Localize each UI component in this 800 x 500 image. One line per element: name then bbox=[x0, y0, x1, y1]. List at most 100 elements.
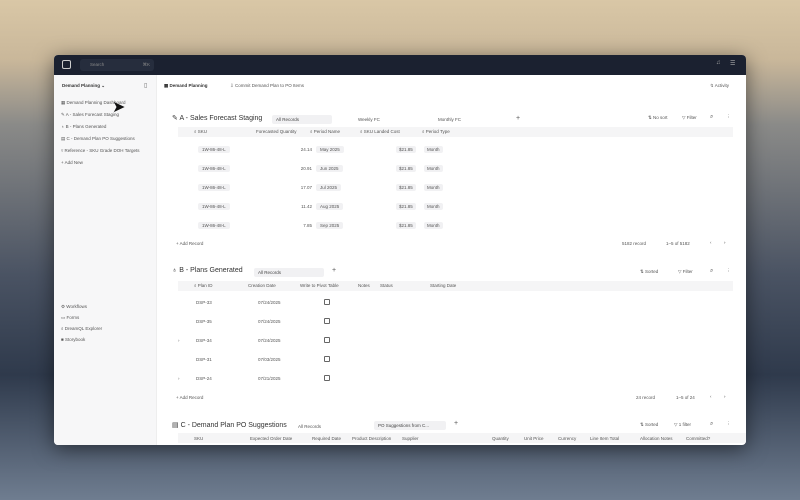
cell-period-type: Month bbox=[424, 165, 443, 172]
add-record-a[interactable]: + Add Record bbox=[176, 241, 203, 246]
add-new-button[interactable]: + Add New bbox=[61, 160, 83, 165]
add-view-button[interactable]: + bbox=[516, 115, 520, 122]
sidebar-item-reference[interactable]: ▿ Reference - SKU Grade DOH Targets bbox=[61, 148, 139, 154]
cell-forecasted-quantity: 17.07 bbox=[300, 185, 312, 190]
col-period-type[interactable]: ⌕ Period Type bbox=[422, 129, 450, 134]
cell-sku-landed-cost: $21.85 bbox=[396, 165, 416, 172]
write-to-pivot-checkbox[interactable] bbox=[324, 299, 330, 305]
cell-creation-date: 07/24/2025 bbox=[258, 338, 281, 343]
view-tab-all-records[interactable]: All Records bbox=[272, 115, 332, 124]
sort-button-b[interactable]: ⇅ Sorted bbox=[640, 269, 658, 275]
sidebar-item-forms[interactable]: ▭ Forms bbox=[61, 315, 79, 321]
col-line-item-total: Line Item Total bbox=[590, 436, 620, 441]
sidebar-item-storybook[interactable]: ■ Storybook bbox=[61, 337, 85, 342]
top-bar: Search ⌘K ♫ ☰ bbox=[54, 55, 746, 75]
filter-button-c[interactable]: ▽ 1 filter bbox=[674, 422, 691, 428]
write-to-pivot-checkbox[interactable] bbox=[324, 318, 330, 324]
filter-button[interactable]: ▽ Filter bbox=[682, 115, 697, 121]
cell-forecasted-quantity: 24.14 bbox=[300, 147, 312, 152]
col-required-date: Required Date bbox=[312, 436, 342, 441]
more-icon[interactable]: ⋮ bbox=[726, 114, 731, 120]
view-tab-po-suggestions[interactable]: PO Suggestions from C... bbox=[374, 421, 446, 430]
col-starting-date[interactable]: Starting Date bbox=[430, 283, 456, 288]
add-record-b[interactable]: + Add Record bbox=[176, 395, 203, 400]
cell-sku: 1W-86-48-L bbox=[198, 222, 230, 229]
sidebar-item-dreamql[interactable]: ⌕ DreamQL Explorer bbox=[61, 326, 102, 331]
view-tab-all-records-c[interactable]: All Records bbox=[298, 424, 321, 429]
cell-sku: 1W-86-48-L bbox=[198, 165, 230, 172]
prev-page-a[interactable]: ‹ bbox=[710, 240, 712, 245]
bell-icon[interactable]: ♫ bbox=[716, 60, 721, 66]
sidebar-item-po-suggestions[interactable]: ▤ C - Demand Plan PO Suggestions bbox=[61, 136, 135, 142]
col-allocation-notes: Allocation Notes bbox=[640, 436, 673, 441]
page-title: ▦ Demand Planning bbox=[164, 83, 208, 88]
cell-period-name: Aug 2025 bbox=[316, 203, 344, 210]
cell-plan-id: DSP-34 bbox=[196, 338, 212, 343]
search-icon[interactable]: ⌕ bbox=[710, 114, 713, 121]
col-creation-date[interactable]: Creation Date bbox=[248, 283, 276, 288]
search-shortcut: ⌘K bbox=[142, 62, 150, 67]
cell-creation-date: 07/03/2025 bbox=[258, 357, 281, 362]
sidebar-item-plans-generated[interactable]: ♁ B - Plans Generated bbox=[61, 124, 106, 129]
view-tab-all-records-b[interactable]: All Records bbox=[254, 268, 324, 277]
pagination-a: 1–5 of 5182 bbox=[666, 241, 690, 246]
cell-creation-date: 07/21/2025 bbox=[258, 376, 281, 381]
mouse-cursor-icon: ➤ bbox=[112, 99, 126, 116]
cell-period-type: Month bbox=[424, 184, 443, 191]
cell-sku: 1W-86-48-L bbox=[198, 146, 230, 153]
col-notes[interactable]: Notes bbox=[358, 283, 370, 288]
more-icon[interactable]: ⋮ bbox=[726, 421, 731, 427]
menu-icon[interactable]: ☰ bbox=[730, 60, 735, 67]
cell-creation-date: 07/24/2025 bbox=[258, 300, 281, 305]
cell-forecasted-quantity: 11.42 bbox=[301, 204, 312, 209]
activity-button[interactable]: ↯ Activity bbox=[710, 83, 729, 89]
col-sku[interactable]: ⌕ SKU bbox=[194, 129, 207, 134]
record-count-b: 24 record bbox=[636, 395, 656, 400]
cell-period-type: Month bbox=[424, 203, 443, 210]
sidebar-item-workflows[interactable]: ⚙ Workflows bbox=[61, 304, 87, 310]
write-to-pivot-checkbox[interactable] bbox=[324, 356, 330, 362]
search-icon[interactable]: ⌕ bbox=[710, 268, 713, 275]
cell-sku-landed-cost: $21.85 bbox=[396, 184, 416, 191]
pagination-b: 1–5 of 24 bbox=[676, 395, 695, 400]
main-content: ▦ Demand Planning ⇩ Commit Demand Plan t… bbox=[158, 75, 746, 445]
cell-plan-id: DSP-24 bbox=[196, 376, 212, 381]
col-currency: Currency bbox=[558, 436, 577, 441]
write-to-pivot-checkbox[interactable] bbox=[324, 375, 330, 381]
col-plan-id[interactable]: ⌕ Plan ID bbox=[194, 283, 213, 288]
add-view-button-b[interactable]: + bbox=[332, 267, 336, 274]
view-tab-monthly-fc[interactable]: Monthly FC bbox=[438, 117, 461, 122]
app-logo-icon bbox=[62, 60, 71, 69]
next-page-a[interactable]: › bbox=[724, 240, 726, 245]
search-input[interactable]: Search ⌘K bbox=[80, 59, 154, 71]
sort-button[interactable]: ⇅ No sort bbox=[648, 115, 668, 121]
section-a-title: ✎ A - Sales Forecast Staging bbox=[172, 115, 263, 122]
commit-button[interactable]: ⇩ Commit Demand Plan to PO Items bbox=[230, 83, 304, 89]
workspace-switcher[interactable]: Demand Planning ⌄ bbox=[62, 83, 105, 89]
filter-button-b[interactable]: ▽ Filter bbox=[678, 269, 693, 275]
view-tab-weekly-fc[interactable]: Weekly FC bbox=[358, 117, 380, 122]
next-page-b[interactable]: › bbox=[724, 394, 726, 399]
sidebar-item-sales-forecast[interactable]: ✎ A - Sales Forecast Staging bbox=[61, 112, 119, 118]
search-icon[interactable]: ⌕ bbox=[710, 421, 713, 428]
col-sku-landed-cost[interactable]: ⌕ SKU Landed Cost bbox=[360, 129, 400, 134]
col-period-name[interactable]: ⌕ Period Name bbox=[310, 129, 340, 134]
col-write-to-pivot[interactable]: Write to Pivot Table bbox=[300, 283, 339, 288]
more-icon[interactable]: ⋮ bbox=[726, 268, 731, 274]
sidebar: Demand Planning ⌄ ▯ ▦ Demand Planning Da… bbox=[54, 75, 157, 445]
col-forecasted-quantity[interactable]: Forecasted Quantity bbox=[256, 129, 297, 134]
cell-period-type: Month bbox=[424, 222, 443, 229]
col-quantity: Quantity bbox=[492, 436, 509, 441]
add-view-button-c[interactable]: + bbox=[454, 420, 458, 427]
sidebar-toggle-icon[interactable]: ▯ bbox=[144, 82, 147, 89]
cell-forecasted-quantity: 20.91 bbox=[300, 166, 312, 171]
app-window: Search ⌘K ♫ ☰ Demand Planning ⌄ ▯ ▦ Deman… bbox=[54, 55, 746, 445]
sort-button-c[interactable]: ⇅ Sorted bbox=[640, 422, 658, 428]
record-count-a: 5182 record bbox=[622, 241, 647, 246]
col-status[interactable]: Status bbox=[380, 283, 393, 288]
write-to-pivot-checkbox[interactable] bbox=[324, 337, 330, 343]
cell-plan-id: DSP-35 bbox=[196, 319, 212, 324]
prev-page-b[interactable]: ‹ bbox=[710, 394, 712, 399]
cell-sku-landed-cost: $21.85 bbox=[396, 203, 416, 210]
expand-row-icon: › bbox=[178, 338, 180, 343]
